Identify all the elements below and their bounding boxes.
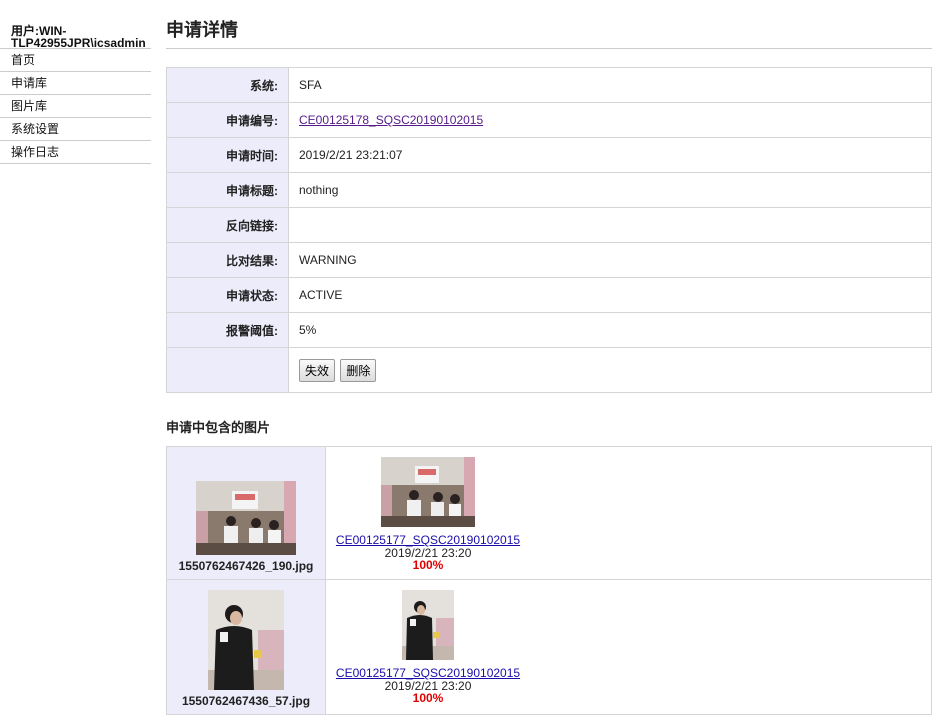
detail-row-system: 系统: SFA bbox=[166, 67, 932, 103]
nav-item-settings[interactable]: 系统设置 bbox=[0, 118, 151, 141]
match-result: CE00125177_SQSC20190102015 2019/2/21 23:… bbox=[333, 590, 523, 704]
detail-row-title: 申请标题: nothing bbox=[166, 172, 932, 208]
images-section-title: 申请中包含的图片 bbox=[166, 420, 271, 435]
detail-value-cell: CE00125178_SQSC20190102015 bbox=[288, 102, 932, 138]
detail-row-backlink: 反向链接: bbox=[166, 207, 932, 243]
match-percent: 100% bbox=[412, 558, 444, 572]
detail-value: 5% bbox=[288, 312, 932, 348]
nav-item-home[interactable]: 首页 bbox=[0, 49, 151, 72]
match-percent: 100% bbox=[412, 691, 444, 705]
nav-item-images[interactable]: 图片库 bbox=[0, 95, 151, 118]
nav-menu: 首页 申请库 图片库 系统设置 操作日志 bbox=[0, 49, 151, 164]
source-photo-classroom[interactable] bbox=[196, 481, 296, 555]
detail-row-threshold: 报警阈值: 5% bbox=[166, 312, 932, 348]
detail-value: 2019/2/21 23:21:07 bbox=[288, 137, 932, 173]
detail-key: 申请编号: bbox=[166, 102, 289, 138]
match-photo-classroom[interactable] bbox=[381, 457, 475, 527]
match-link[interactable]: CE00125177_SQSC20190102015 bbox=[333, 666, 523, 680]
match-cell: CE00125177_SQSC20190102015 2019/2/21 23:… bbox=[325, 579, 932, 715]
detail-row-actions: 失效 删除 bbox=[166, 347, 932, 393]
match-link[interactable]: CE00125177_SQSC20190102015 bbox=[333, 533, 523, 547]
source-image-cell: 1550762467426_190.jpg bbox=[166, 446, 326, 580]
detail-row-result: 比对结果: WARNING bbox=[166, 242, 932, 278]
user-label: 用户:WIN- TLP42955JPR\icsadmin bbox=[0, 0, 151, 49]
application-number-link[interactable]: CE00125178_SQSC20190102015 bbox=[299, 113, 483, 127]
detail-value: SFA bbox=[288, 67, 932, 103]
page-title: 申请详情 bbox=[166, 16, 932, 49]
detail-row-number: 申请编号: CE00125178_SQSC20190102015 bbox=[166, 102, 932, 138]
detail-value: nothing bbox=[288, 172, 932, 208]
image-row: 1550762467426_190.jpg CE00125177_SQSC201… bbox=[166, 446, 932, 580]
detail-key: 反向链接: bbox=[166, 207, 289, 243]
detail-key-empty bbox=[166, 347, 289, 393]
source-filename: 1550762467436_57.jpg bbox=[181, 694, 311, 708]
nav-item-logs[interactable]: 操作日志 bbox=[0, 141, 151, 164]
detail-value: WARNING bbox=[288, 242, 932, 278]
match-result: CE00125177_SQSC20190102015 2019/2/21 23:… bbox=[333, 457, 523, 571]
sidebar: 用户:WIN- TLP42955JPR\icsadmin 首页 申请库 图片库 … bbox=[0, 0, 151, 164]
actions-cell: 失效 删除 bbox=[288, 347, 932, 393]
detail-key: 申请标题: bbox=[166, 172, 289, 208]
main-content: 申请详情 系统: SFA 申请编号: CE00125178_SQSC201901… bbox=[166, 0, 932, 715]
detail-row-status: 申请状态: ACTIVE bbox=[166, 277, 932, 313]
match-photo-person[interactable] bbox=[402, 590, 454, 660]
detail-key: 报警阈值: bbox=[166, 312, 289, 348]
source-image-cell: 1550762467436_57.jpg bbox=[166, 579, 326, 715]
detail-key: 比对结果: bbox=[166, 242, 289, 278]
delete-button[interactable]: 删除 bbox=[340, 358, 377, 382]
detail-key: 申请状态: bbox=[166, 277, 289, 313]
detail-table: 系统: SFA 申请编号: CE00125178_SQSC20190102015… bbox=[166, 67, 932, 393]
match-cell: CE00125177_SQSC20190102015 2019/2/21 23:… bbox=[325, 446, 932, 580]
detail-value bbox=[288, 207, 932, 243]
source-filename: 1550762467426_190.jpg bbox=[178, 559, 314, 573]
images-table: 1550762467426_190.jpg CE00125177_SQSC201… bbox=[166, 446, 932, 715]
image-row: 1550762467436_57.jpg CE00125177_SQSC2019… bbox=[166, 579, 932, 715]
detail-value: ACTIVE bbox=[288, 277, 932, 313]
detail-key: 系统: bbox=[166, 67, 289, 103]
nav-item-applications[interactable]: 申请库 bbox=[0, 72, 151, 95]
user-label-text: 用户:WIN- TLP42955JPR\icsadmin bbox=[11, 24, 146, 50]
source-photo-person[interactable] bbox=[208, 590, 284, 690]
detail-key: 申请时间: bbox=[166, 137, 289, 173]
detail-row-time: 申请时间: 2019/2/21 23:21:07 bbox=[166, 137, 932, 173]
invalidate-button[interactable]: 失效 bbox=[299, 358, 336, 382]
